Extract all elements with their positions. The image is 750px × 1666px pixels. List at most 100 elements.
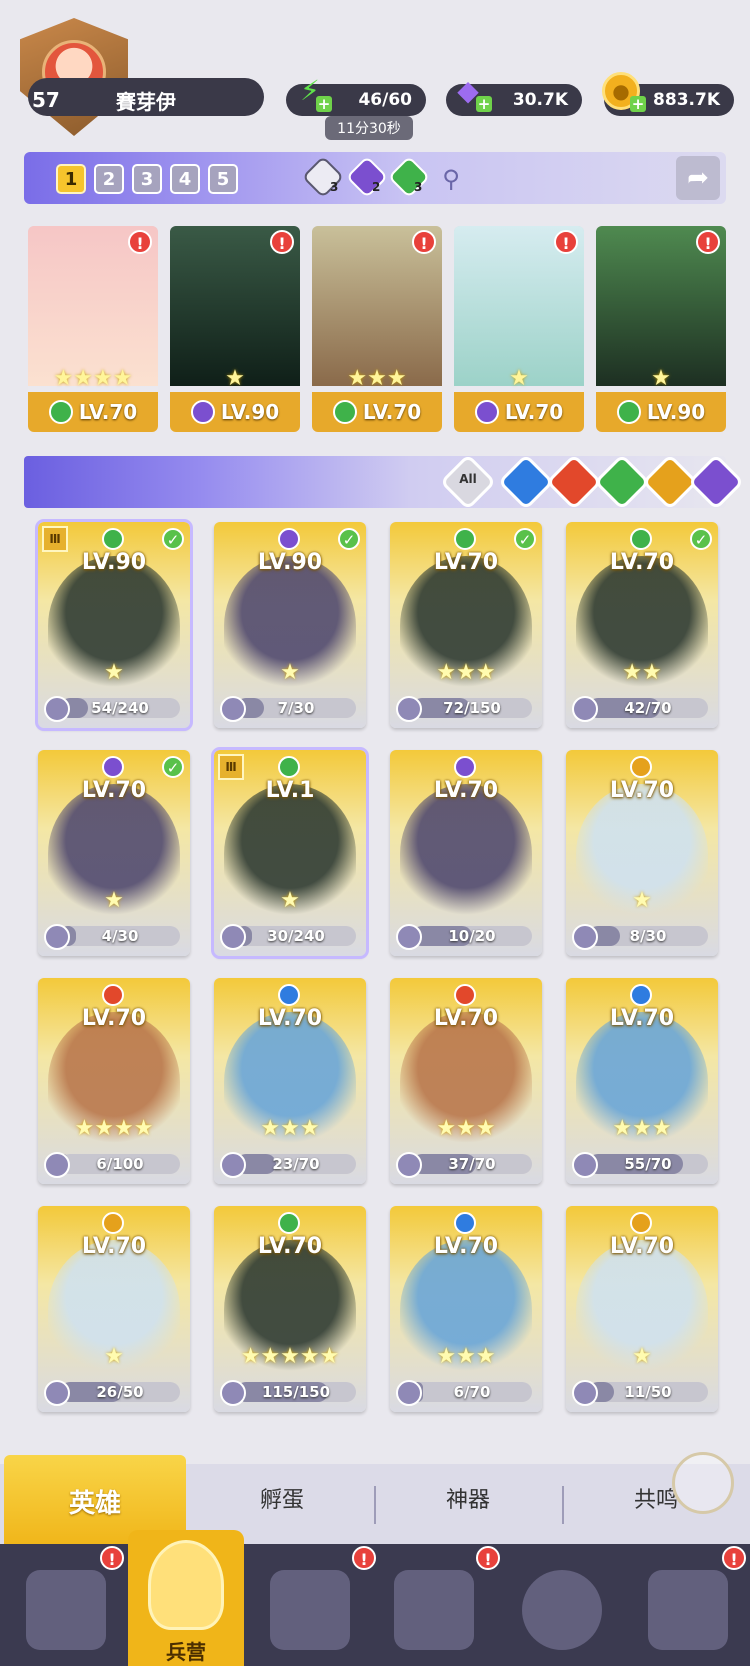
- hero-card[interactable]: LV.70 ★★★★ 6/100: [38, 978, 190, 1184]
- floating-menu-button[interactable]: [672, 1452, 734, 1514]
- nature-element-icon: [454, 528, 476, 550]
- team-tab-1[interactable]: 1: [56, 164, 86, 194]
- gems-value: 30.7K: [512, 90, 568, 110]
- star-rating: ★: [225, 366, 245, 391]
- nature-element-icon: [48, 400, 73, 424]
- nature-count: 3: [414, 180, 423, 194]
- hero-level: LV.70: [81, 1006, 147, 1031]
- star-rating: ★: [280, 888, 300, 913]
- hero-card[interactable]: LV.70 ★ 8/30: [566, 750, 718, 956]
- hero-card[interactable]: ✓ LV.70 ★ 4/30: [38, 750, 190, 956]
- hero-card[interactable]: ✓ LV.70 ★★ 42/70: [566, 522, 718, 728]
- hero-card[interactable]: LV.70 ★★★ 37/70: [390, 978, 542, 1184]
- hero-level: LV.90: [81, 550, 147, 575]
- shard-icon: [572, 1380, 598, 1406]
- alert-icon: !: [554, 230, 578, 254]
- team-tab-4[interactable]: 4: [170, 164, 200, 194]
- player-name: 賽芽伊: [116, 90, 176, 114]
- hero-level: LV.70: [609, 778, 675, 803]
- hero-card[interactable]: LV.70 10/20: [390, 750, 542, 956]
- nav-shop-icon[interactable]: [648, 1570, 728, 1650]
- star-rating: ★: [280, 660, 300, 685]
- nav-castle-icon[interactable]: [394, 1570, 474, 1650]
- barracks-shield-icon: [148, 1540, 224, 1630]
- shard-progress-text: 30/240: [267, 927, 325, 945]
- hero-card[interactable]: ✓ LV.90 ★ 7/30: [214, 522, 366, 728]
- nav-castle-alert: !: [476, 1546, 500, 1570]
- alert-icon: !: [128, 230, 152, 254]
- hero-level: LV.70: [609, 1234, 675, 1259]
- team-member-level: LV.90: [220, 400, 280, 424]
- shard-progress-text: 72/150: [443, 699, 501, 717]
- search-icon[interactable]: ⚲: [436, 164, 466, 194]
- shard-progress-text: 54/240: [91, 699, 149, 717]
- hero-card[interactable]: LV.70 ★ 11/50: [566, 1206, 718, 1412]
- shard-icon: [572, 1152, 598, 1178]
- share-icon[interactable]: ➦: [676, 156, 720, 200]
- dark-count: 2: [372, 180, 381, 194]
- star-rating: ★★★: [436, 1116, 496, 1141]
- hero-card[interactable]: ✓ LV.70 ★★★ 72/150: [390, 522, 542, 728]
- shard-progress-bar: 26/50: [60, 1382, 180, 1402]
- hero-card[interactable]: LV.70 ★★★ 23/70: [214, 978, 366, 1184]
- star-rating: ★★★: [347, 366, 407, 391]
- dark-element-icon: [454, 756, 476, 778]
- shard-progress-text: 37/70: [448, 1155, 496, 1173]
- hero-card[interactable]: Ⅲ ✓ LV.90 ★ 54/240: [35, 519, 193, 731]
- team-member-card[interactable]: ★ LV.90 !: [596, 226, 726, 432]
- hero-card[interactable]: LV.70 ★★★★★ 115/150: [214, 1206, 366, 1412]
- shard-progress-bar: 23/70: [236, 1154, 356, 1174]
- coins-value: 883.7K: [653, 90, 720, 110]
- star-rating: ★★★★★: [240, 1344, 340, 1369]
- shard-icon: [396, 696, 422, 722]
- shard-progress-text: 6/70: [453, 1383, 491, 1401]
- team-member-card[interactable]: ★ LV.70 !: [454, 226, 584, 432]
- nav-cards-icon[interactable]: [26, 1570, 106, 1650]
- coins-plus-button[interactable]: +: [630, 96, 646, 112]
- shard-icon: [396, 1380, 422, 1406]
- nature-element-icon: [278, 756, 300, 778]
- hero-card[interactable]: LV.70 ★★★ 6/70: [390, 1206, 542, 1412]
- nav-book-icon[interactable]: [270, 1570, 350, 1650]
- energy-plus-button[interactable]: +: [316, 96, 332, 112]
- in-team-check-icon: ✓: [162, 528, 184, 550]
- team-tab-5[interactable]: 5: [208, 164, 238, 194]
- star-rating: ★★★: [436, 1344, 496, 1369]
- shard-icon: [220, 1380, 246, 1406]
- hero-level: LV.1: [265, 778, 315, 803]
- hero-level: LV.70: [257, 1234, 323, 1259]
- tab-divider: [562, 1486, 564, 1524]
- alert-icon: !: [696, 230, 720, 254]
- shard-icon: [44, 924, 70, 950]
- shard-progress-bar: 6/70: [412, 1382, 532, 1402]
- shard-progress-bar: 115/150: [236, 1382, 356, 1402]
- shard-progress-text: 115/150: [261, 1383, 331, 1401]
- team-member-card[interactable]: ★★★ LV.70 !: [312, 226, 442, 432]
- shard-icon: [220, 1152, 246, 1178]
- nav-mushroom-icon[interactable]: [522, 1570, 602, 1650]
- water-element-icon: [630, 984, 652, 1006]
- nature-element-icon: [630, 528, 652, 550]
- team-tab-3[interactable]: 3: [132, 164, 162, 194]
- hero-card[interactable]: Ⅲ LV.1 ★ 30/240: [211, 747, 369, 959]
- hero-card[interactable]: LV.70 ★★★ 55/70: [566, 978, 718, 1184]
- shard-icon: [44, 696, 70, 722]
- team-member-card[interactable]: ★ LV.90 !: [170, 226, 300, 432]
- shard-progress-bar: 6/100: [60, 1154, 180, 1174]
- tab-hatch[interactable]: 孵蛋: [232, 1482, 332, 1514]
- team-member-card[interactable]: ★★★★ LV.70 !: [28, 226, 158, 432]
- alert-icon: !: [270, 230, 294, 254]
- shard-progress-bar: 30/240: [236, 926, 356, 946]
- hero-level: LV.70: [609, 550, 675, 575]
- tab-artifact[interactable]: 神器: [418, 1482, 518, 1514]
- gems-plus-button[interactable]: +: [476, 96, 492, 112]
- tier-badge-icon: Ⅲ: [42, 526, 68, 552]
- hero-card[interactable]: LV.70 ★ 26/50: [38, 1206, 190, 1412]
- team-tab-2[interactable]: 2: [94, 164, 124, 194]
- shard-progress-bar: 72/150: [412, 698, 532, 718]
- player-level: 57: [32, 88, 60, 112]
- team-member-level: LV.70: [78, 400, 138, 424]
- hero-level: LV.70: [609, 1006, 675, 1031]
- water-element-icon: [454, 1212, 476, 1234]
- shard-icon: [44, 1380, 70, 1406]
